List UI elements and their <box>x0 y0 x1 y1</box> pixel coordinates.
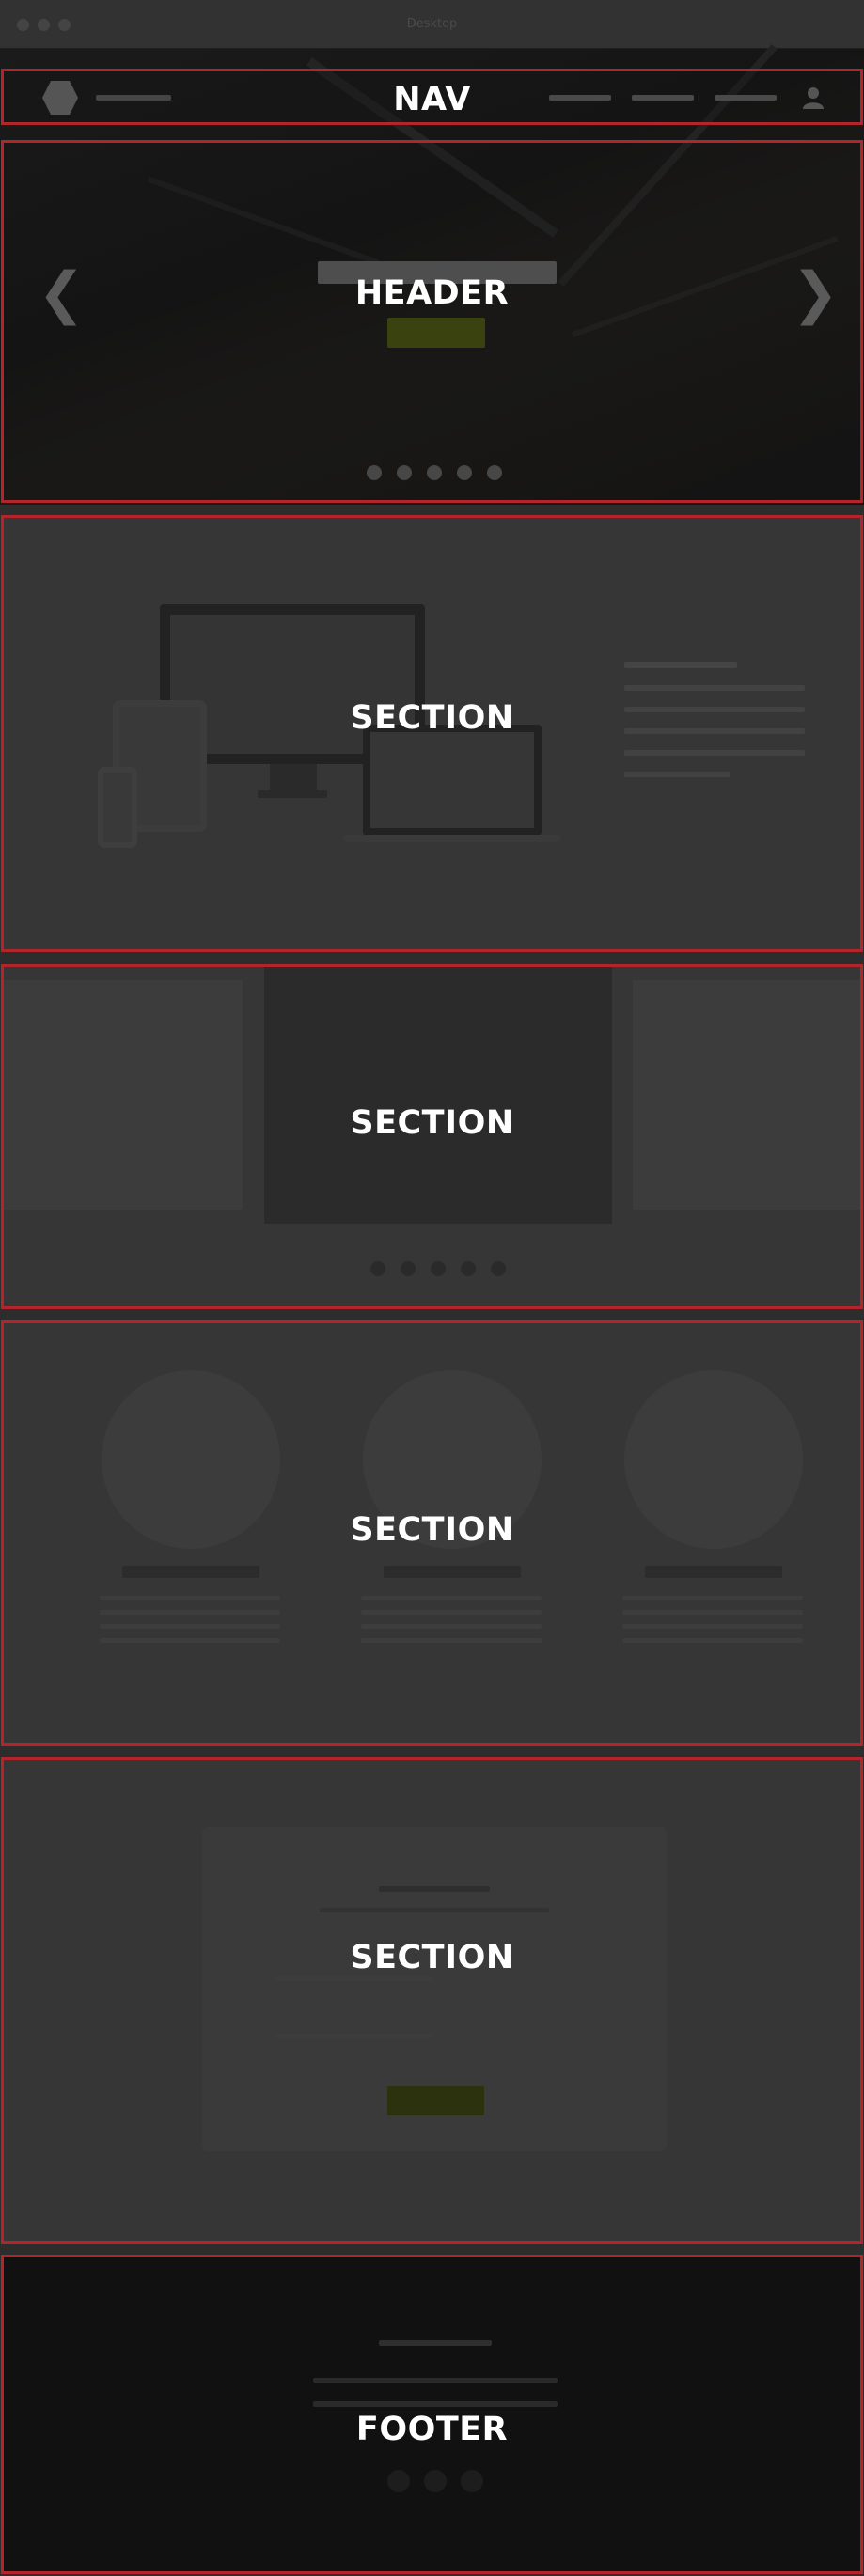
section-team: SECTION <box>1 1320 863 1746</box>
footer-text-line <box>313 2401 558 2407</box>
social-icon-2[interactable] <box>424 2470 447 2492</box>
team-text-line <box>622 1624 803 1629</box>
nav-region: NAV <box>1 69 863 125</box>
carousel-dot-1[interactable] <box>370 1261 385 1276</box>
social-icon-1[interactable] <box>387 2470 410 2492</box>
team-text-line <box>100 1638 280 1643</box>
section-carousel: SECTION <box>1 964 863 1309</box>
carousel-card-right[interactable] <box>633 980 860 1210</box>
footer-title-placeholder <box>379 2340 492 2346</box>
section-form-label: SECTION <box>350 1939 514 1976</box>
nav-link-3[interactable] <box>715 95 777 101</box>
footer-region: FOOTER <box>1 2255 863 2574</box>
hero-dot-2[interactable] <box>397 465 412 480</box>
team-text-line <box>622 1610 803 1615</box>
section-features: SECTION <box>1 515 863 952</box>
nav-link-1[interactable] <box>549 95 611 101</box>
team-text-line <box>361 1638 542 1643</box>
team-text-line <box>361 1624 542 1629</box>
footer-text-line <box>313 2378 558 2383</box>
window-title: Desktop <box>406 17 458 31</box>
team-text-line <box>100 1624 280 1629</box>
carousel-card-center[interactable] <box>264 967 612 1224</box>
features-text-line <box>624 685 805 691</box>
carousel-dot-5[interactable] <box>491 1261 506 1276</box>
hero-dot-3[interactable] <box>427 465 442 480</box>
team-text-line <box>100 1596 280 1600</box>
form-title-placeholder <box>379 1886 490 1892</box>
window-titlebar: Desktop <box>0 0 864 49</box>
team-text-line <box>361 1610 542 1615</box>
team-text-line <box>622 1638 803 1643</box>
section-carousel-label: SECTION <box>350 1104 514 1142</box>
footer-label: FOOTER <box>355 2411 509 2448</box>
header-label: HEADER <box>354 274 510 312</box>
carousel-card-left[interactable] <box>4 980 243 1210</box>
section-team-label: SECTION <box>350 1511 514 1549</box>
features-text-line <box>624 750 805 756</box>
hero-dot-5[interactable] <box>487 465 502 480</box>
team-text-line <box>622 1596 803 1600</box>
form-input-2-placeholder <box>275 2034 434 2038</box>
team-name-1 <box>122 1566 259 1578</box>
features-text-line <box>624 772 730 777</box>
team-text-line <box>100 1610 280 1615</box>
carousel-dot-3[interactable] <box>431 1261 446 1276</box>
hero-dot-4[interactable] <box>457 465 472 480</box>
form-input-1-placeholder <box>275 1976 434 1981</box>
hero-cta-button[interactable] <box>387 318 485 348</box>
user-icon[interactable] <box>801 86 825 110</box>
header-region: ❮ ❯ HEADER <box>1 140 863 503</box>
form-input-2[interactable] <box>260 2019 610 2053</box>
features-heading-placeholder <box>624 662 737 668</box>
section-form: SECTION <box>1 1757 863 2244</box>
form-subtitle-placeholder <box>320 1908 549 1912</box>
team-name-3 <box>645 1566 782 1578</box>
team-name-2 <box>384 1566 521 1578</box>
form-submit-button[interactable] <box>387 2086 484 2115</box>
social-icon-3[interactable] <box>461 2470 483 2492</box>
section-features-label: SECTION <box>350 699 514 737</box>
hero-dot-1[interactable] <box>367 465 382 480</box>
team-text-line <box>361 1596 542 1600</box>
carousel-dot-2[interactable] <box>401 1261 416 1276</box>
carousel-dot-4[interactable] <box>461 1261 476 1276</box>
nav-link-2[interactable] <box>632 95 694 101</box>
phone-illustration <box>98 767 137 848</box>
laptop-illustration <box>363 725 542 835</box>
